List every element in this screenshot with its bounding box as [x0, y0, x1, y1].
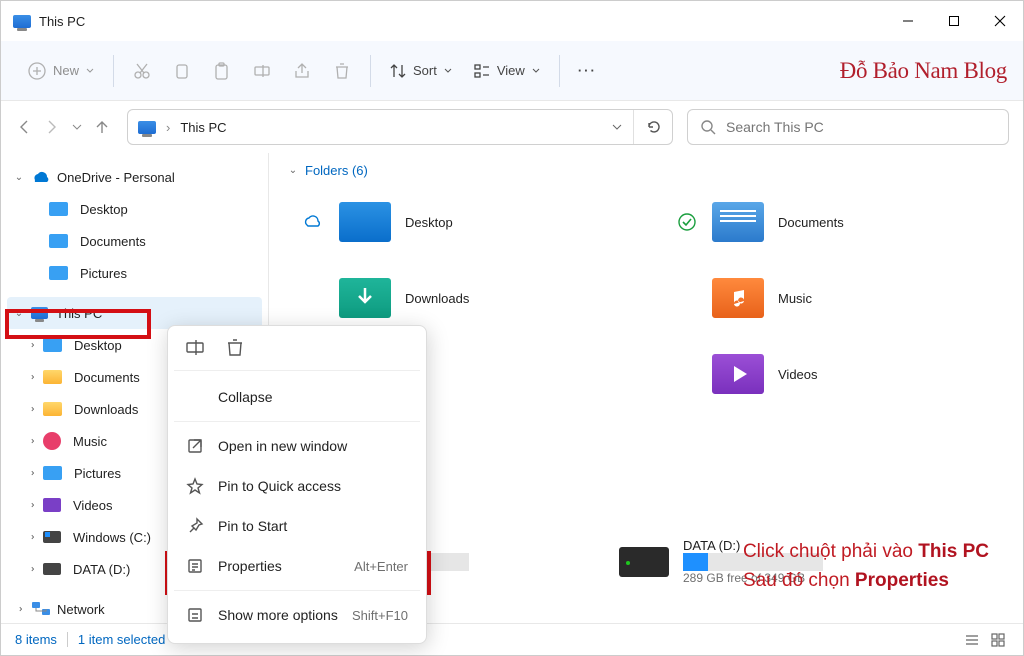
- paste-button[interactable]: [202, 49, 242, 93]
- refresh-button[interactable]: [646, 119, 662, 135]
- folder-documents[interactable]: Documents: [676, 184, 1009, 260]
- search-icon: [700, 119, 716, 135]
- sort-button[interactable]: Sort: [379, 49, 463, 93]
- up-button[interactable]: [93, 118, 111, 136]
- nav-row: › This PC: [1, 101, 1023, 153]
- chevron-down-icon[interactable]: [611, 121, 623, 133]
- ctx-pin-start[interactable]: Pin to Start: [174, 506, 420, 546]
- thispc-icon: [138, 121, 156, 134]
- rename-button[interactable]: [242, 49, 282, 93]
- shortcut: Alt+Enter: [354, 559, 408, 574]
- folder-desktop[interactable]: Desktop: [303, 184, 636, 260]
- folder-music[interactable]: Music: [676, 260, 1009, 336]
- address-path: This PC: [180, 120, 601, 135]
- sidebar-onedrive[interactable]: ⌄OneDrive - Personal: [7, 161, 262, 193]
- titlebar: This PC: [1, 1, 1023, 41]
- status-bar: 8 items 1 item selected: [1, 623, 1023, 655]
- context-menu: Collapse Open in new window Pin to Quick…: [167, 325, 427, 644]
- item-count: 8 items: [15, 632, 57, 647]
- view-label: View: [497, 63, 525, 78]
- view-details-button[interactable]: [961, 629, 983, 651]
- external-icon: [186, 437, 204, 455]
- window-title: This PC: [39, 14, 85, 29]
- section-folders[interactable]: ⌄Folders (6): [287, 163, 1009, 178]
- share-button[interactable]: [282, 49, 322, 93]
- sort-label: Sort: [413, 63, 437, 78]
- search-input[interactable]: [726, 119, 996, 135]
- copy-button[interactable]: [162, 49, 202, 93]
- cloud-sync-icon: [303, 213, 325, 231]
- forward-button[interactable]: [43, 118, 61, 136]
- command-bar: New Sort View ··· Đỗ Bảo Nam Blog: [1, 41, 1023, 101]
- check-circle-icon: [676, 211, 698, 233]
- brand-logo: Đỗ Bảo Nam Blog: [840, 58, 1007, 84]
- ctx-collapse[interactable]: Collapse: [174, 377, 420, 417]
- pin-icon: [186, 517, 204, 535]
- instruction-callout: Click chuột phải vào This PC Sau đó chọn…: [743, 538, 989, 595]
- window-close-button[interactable]: [977, 1, 1023, 41]
- more-button[interactable]: ···: [568, 49, 607, 93]
- delete-button[interactable]: [322, 49, 362, 93]
- ctx-open-new-window[interactable]: Open in new window: [174, 426, 420, 466]
- ctx-pin-quick[interactable]: Pin to Quick access: [174, 466, 420, 506]
- properties-icon: [186, 557, 204, 575]
- window-maximize-button[interactable]: [931, 1, 977, 41]
- recent-dropdown[interactable]: [71, 121, 83, 133]
- drive-icon: [619, 547, 669, 577]
- cut-button[interactable]: [122, 49, 162, 93]
- ctx-rename-icon[interactable]: [184, 336, 206, 358]
- sidebar-item-documents-od[interactable]: Documents: [7, 225, 262, 257]
- star-icon: [186, 477, 204, 495]
- sidebar-item-desktop-od[interactable]: Desktop: [7, 193, 262, 225]
- folder-videos[interactable]: Videos: [676, 336, 1009, 412]
- label: OneDrive - Personal: [57, 170, 175, 185]
- new-button[interactable]: New: [17, 49, 105, 93]
- ctx-properties[interactable]: PropertiesAlt+Enter: [174, 546, 420, 586]
- search-box[interactable]: [687, 109, 1009, 145]
- selection-count: 1 item selected: [78, 632, 165, 647]
- more-icon: [186, 606, 204, 624]
- ctx-delete-icon[interactable]: [224, 336, 246, 358]
- sidebar-item-pictures-od[interactable]: Pictures: [7, 257, 262, 289]
- view-button[interactable]: View: [463, 49, 551, 93]
- shortcut: Shift+F10: [352, 608, 408, 623]
- new-label: New: [53, 63, 79, 78]
- address-bar[interactable]: › This PC: [127, 109, 673, 145]
- ctx-more-options[interactable]: Show more optionsShift+F10: [174, 595, 420, 635]
- thispc-icon: [13, 15, 31, 28]
- window-minimize-button[interactable]: [885, 1, 931, 41]
- back-button[interactable]: [15, 118, 33, 136]
- view-tiles-button[interactable]: [987, 629, 1009, 651]
